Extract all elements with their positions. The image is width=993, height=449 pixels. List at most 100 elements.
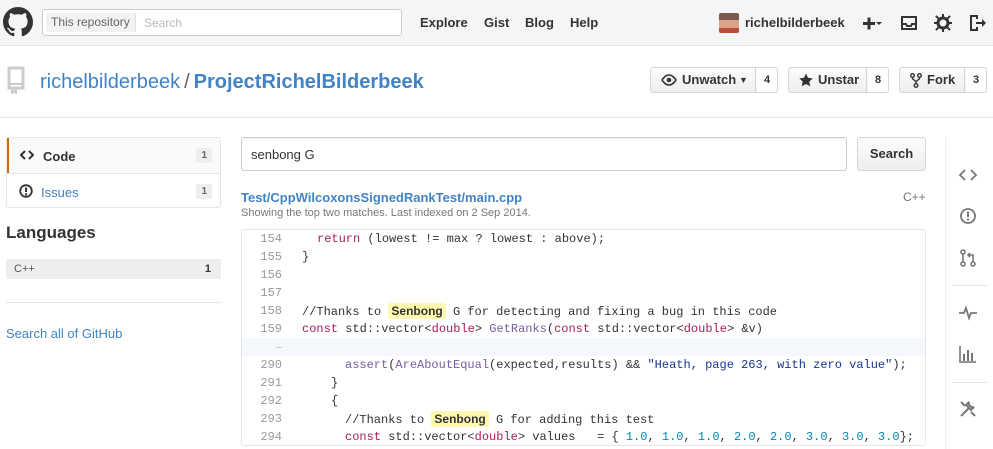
comment-text: //Thanks to: [302, 305, 389, 319]
code-line: 159 const std::vector<double> GetRanks(c…: [242, 320, 925, 338]
stargazers-count[interactable]: 8: [868, 68, 888, 92]
pull-request-icon[interactable]: [958, 248, 978, 268]
issue-icon[interactable]: [958, 206, 978, 226]
inbox-icon[interactable]: [898, 12, 920, 34]
unstar-button[interactable]: Unstar: [789, 68, 867, 92]
code-text-part: (: [546, 322, 555, 336]
nav-blog[interactable]: Blog: [525, 15, 554, 30]
code-text-part: std::vector<: [590, 322, 684, 336]
repo-title: richelbilderbeek / ProjectRichelBilderbeek: [40, 71, 424, 94]
code-type: double: [431, 322, 475, 336]
site-search-input[interactable]: [144, 12, 394, 33]
issues-count-badge: 1: [196, 184, 212, 199]
search-scope-label: This repository: [46, 13, 136, 32]
line-number[interactable]: 156: [242, 266, 282, 284]
line-number[interactable]: 293: [242, 410, 282, 428]
code-text-part: );: [892, 358, 907, 372]
line-number[interactable]: 154: [242, 230, 282, 248]
line-number[interactable]: 157: [242, 284, 282, 302]
result-language: C++: [903, 190, 926, 204]
unwatch-button[interactable]: Unwatch ▼: [651, 68, 756, 92]
forks-count[interactable]: 3: [966, 68, 986, 92]
code-text: }: [331, 376, 339, 390]
repo-name-link[interactable]: ProjectRichelBilderbeek: [194, 71, 424, 93]
fork-button[interactable]: Fork: [900, 68, 965, 92]
code-search-input[interactable]: [241, 137, 847, 171]
sign-out-icon[interactable]: [966, 12, 988, 34]
nav-explore[interactable]: Explore: [420, 15, 468, 30]
line-number[interactable]: 155: [242, 248, 282, 266]
code-number: 3.0: [805, 430, 828, 444]
code-function: assert: [345, 358, 389, 372]
language-filter-cpp[interactable]: C++ 1: [6, 259, 221, 279]
sidebar-item-label: Code: [43, 149, 76, 164]
code-line: 154 return (lowest != max ? lowest : abo…: [242, 230, 925, 248]
line-number[interactable]: 159: [242, 320, 282, 338]
code-line: 155 }: [242, 248, 925, 266]
star-icon: [799, 73, 813, 87]
code-comment: //Thanks to Senbong G for detecting and …: [302, 302, 777, 321]
code-number: 2.0: [769, 430, 792, 444]
search-match-highlight: Senbong: [431, 411, 489, 427]
code-line: 294 const std::vector<double> values = {…: [242, 428, 925, 445]
code-text: {: [331, 394, 339, 408]
code-text-part: std::vector<: [338, 322, 432, 336]
username-link[interactable]: richelbilderbeek: [745, 15, 845, 30]
nav-help[interactable]: Help: [570, 15, 598, 30]
watchers-count[interactable]: 4: [757, 68, 777, 92]
line-number[interactable]: 294: [242, 428, 282, 445]
plus-icon[interactable]: [860, 12, 882, 34]
nav-gist[interactable]: Gist: [484, 15, 509, 30]
line-number[interactable]: 291: [242, 374, 282, 392]
code-line: 293 //Thanks to Senbong G for adding thi…: [242, 410, 925, 428]
watch-group: Unwatch ▼ 4: [650, 67, 778, 93]
star-group: Unstar 8: [788, 67, 889, 93]
code-icon: [20, 150, 34, 160]
search-button[interactable]: Search: [857, 137, 926, 171]
code-icon[interactable]: [958, 165, 978, 185]
code-gap-divider: …: [242, 338, 925, 356]
repo-owner-link[interactable]: richelbilderbeek: [40, 71, 180, 93]
fork-label: Fork: [927, 72, 956, 87]
search-type-nav: Code 1 Issues 1: [6, 137, 221, 208]
sidebar-item-code[interactable]: Code 1: [7, 138, 220, 173]
result-meta: Showing the top two matches. Last indexe…: [241, 207, 531, 219]
rail-divider: [952, 382, 988, 383]
octocat-logo-icon[interactable]: [3, 7, 33, 37]
code-text: const std::vector<double> values = { 1.0…: [345, 430, 915, 444]
result-file-link[interactable]: Test/CppWilcoxonsSignedRankTest/main.cpp: [241, 190, 522, 205]
code-text-rest: (lowest != max ? lowest : above);: [360, 232, 606, 246]
code-count-badge: 1: [196, 148, 212, 163]
site-header: This repository Explore Gist Blog Help r…: [0, 0, 993, 46]
code-text: }: [302, 250, 310, 264]
repo-header: richelbilderbeek / ProjectRichelBilderbeek…: [0, 46, 993, 118]
pulse-icon[interactable]: [958, 303, 978, 323]
line-number[interactable]: 290: [242, 356, 282, 374]
code-string: "Heath, page 263, with zero value": [647, 358, 893, 372]
gear-icon[interactable]: [932, 12, 954, 34]
gap-ellipsis: …: [275, 341, 282, 352]
code-line: 290 assert(AreAboutEqual(expected,result…: [242, 356, 925, 374]
sidebar-item-issues[interactable]: Issues 1: [7, 173, 220, 208]
line-number[interactable]: 292: [242, 392, 282, 410]
eye-icon: [661, 74, 677, 86]
avatar[interactable]: [719, 13, 739, 33]
code-function: AreAboutEqual: [395, 358, 490, 372]
code-text-part: > values = {: [517, 430, 626, 444]
code-number: 1.0: [661, 430, 684, 444]
code-type: double: [683, 322, 727, 336]
fork-icon: [910, 73, 922, 88]
settings-icon[interactable]: [958, 399, 978, 419]
code-number: 1.0: [697, 430, 720, 444]
code-text: return (lowest != max ? lowest : above);: [317, 230, 605, 248]
code-snippet: 154 return (lowest != max ? lowest : abo…: [241, 229, 926, 446]
search-all-github-link[interactable]: Search all of GitHub: [6, 326, 122, 341]
code-text: const std::vector<double> GetRanks(const…: [302, 320, 763, 338]
language-count: 1: [204, 263, 211, 275]
code-number: 2.0: [733, 430, 756, 444]
sidebar-item-label: Issues: [41, 185, 79, 200]
line-number[interactable]: 158: [242, 302, 282, 320]
graph-icon[interactable]: [958, 344, 978, 364]
chevron-down-icon: ▼: [739, 75, 748, 85]
code-line: 158 //Thanks to Senbong G for detecting …: [242, 302, 925, 320]
